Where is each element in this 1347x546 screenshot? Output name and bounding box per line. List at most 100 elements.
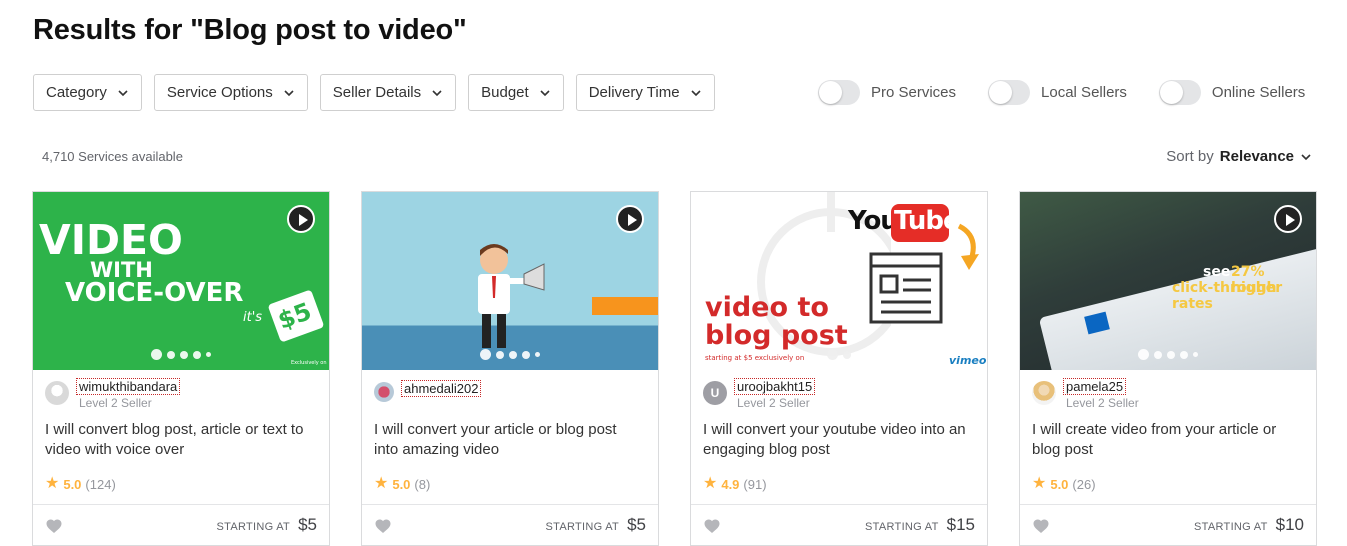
carousel-dot[interactable] [1154,350,1162,359]
play-icon[interactable] [616,205,644,233]
star-icon: ★ [45,475,60,492]
seller-name[interactable]: uroojbakht15 [734,378,816,395]
carousel-dots [1020,349,1316,360]
play-icon[interactable] [287,205,315,233]
thumb-text: it's [243,310,263,325]
carousel-dots [362,349,658,360]
carousel-dots [691,349,987,360]
thumb-text: see [1203,264,1231,280]
avatar[interactable] [374,382,394,402]
carousel-dot[interactable] [1180,350,1188,359]
gig-rating: ★ 5.0 (26) [1032,476,1096,492]
toggle-label: Local Sellers [1041,84,1127,101]
seller-info: ahmedali202 [374,378,482,402]
gig-card: You Tube video to blog post starting at … [690,191,988,546]
filter-budget[interactable]: Budget [468,74,564,111]
gig-grid: VIDEO WITH VOICE-OVER it's $5 Exclusivel… [32,191,1317,546]
gig-rating: ★ 5.0 (124) [45,476,116,492]
carousel-dot[interactable] [1138,349,1149,360]
avatar[interactable] [1032,381,1056,405]
heart-icon[interactable] [374,517,392,534]
toggle-label: Online Sellers [1211,84,1306,101]
seller-info: U uroojbakht15 Level 2 Seller [703,378,816,410]
gig-title[interactable]: I will convert blog post, article or tex… [45,420,315,460]
character-illustration [478,244,545,348]
rating-count: (124) [85,476,116,492]
carousel-dot[interactable] [843,350,851,359]
carousel-dots [33,349,329,360]
carousel-dot[interactable] [496,350,504,359]
filter-service-options[interactable]: Service Options [153,74,308,111]
carousel-dot[interactable] [193,350,201,359]
heart-icon[interactable] [45,517,63,534]
play-icon[interactable] [1274,205,1302,233]
gig-price[interactable]: STARTING AT $5 [216,515,317,535]
rating-count: (8) [414,476,431,492]
carousel-dot[interactable] [522,350,530,359]
gig-card: VIDEO WITH VOICE-OVER it's $5 Exclusivel… [32,191,330,546]
seller-level: Level 2 Seller [79,396,152,410]
carousel-dot[interactable] [827,349,838,360]
toggle-switch[interactable] [1158,80,1201,105]
star-icon: ★ [1032,475,1047,492]
carousel-dot[interactable] [1193,352,1198,357]
price-value: $5 [627,515,646,534]
price-label: STARTING AT [865,521,939,533]
chevron-down-icon [1301,153,1311,160]
sort-label: Sort by [1166,148,1214,165]
seller-name[interactable]: ahmedali202 [401,380,482,397]
results-count: 4,710 Services available [42,149,183,164]
toggle-online-sellers[interactable]: Online Sellers [1158,80,1306,105]
gig-price[interactable]: STARTING AT $15 [865,515,975,535]
gig-title[interactable]: I will convert your article or blog post… [374,420,644,460]
gig-thumbnail[interactable]: see 27% higher click-through rates [1020,192,1316,370]
seller-name[interactable]: pamela25 [1063,378,1127,395]
carousel-dot[interactable] [167,350,175,359]
seller-info: pamela25 Level 2 Seller [1032,378,1139,410]
thumb-text: Exclusively on [291,360,327,366]
seller-name[interactable]: wimukthibandara [76,378,181,395]
carousel-dot[interactable] [535,352,540,357]
thumb-caption: blog post [705,320,848,351]
filter-seller-details[interactable]: Seller Details [319,74,457,111]
carousel-dot[interactable] [206,352,211,357]
gig-price[interactable]: STARTING AT $10 [1194,515,1304,535]
gig-title[interactable]: I will convert your youtube video into a… [703,420,973,460]
gig-rating: ★ 4.9 (91) [703,476,767,492]
heart-icon[interactable] [1032,517,1050,534]
carousel-dot[interactable] [480,349,491,360]
price-label: STARTING AT [1194,521,1268,533]
carousel-dot[interactable] [1167,350,1175,359]
carousel-dot[interactable] [151,349,162,360]
carousel-dot[interactable] [509,350,517,359]
filter-category[interactable]: Category [33,74,142,111]
gig-thumbnail[interactable]: You Tube video to blog post starting at … [691,192,987,370]
gig-thumbnail[interactable]: VIDEO WITH VOICE-OVER it's $5 Exclusivel… [33,192,329,370]
thumb-caption: video to [705,292,829,323]
gig-title[interactable]: I will create video from your article or… [1032,420,1302,460]
gig-price[interactable]: STARTING AT $5 [545,515,646,535]
toggle-switch[interactable] [988,80,1031,105]
heart-icon[interactable] [703,517,721,534]
carousel-dot[interactable] [180,350,188,359]
rating-count: (91) [743,476,767,492]
filter-label: Delivery Time [588,84,680,101]
toggle-group: Pro Services Local Sellers Online Seller… [818,80,1305,105]
toggle-switch[interactable] [818,80,860,105]
avatar[interactable]: U [703,381,727,405]
chevron-down-icon [118,89,128,96]
rating-score: 4.9 [721,476,740,492]
toggle-pro-services[interactable]: Pro Services [818,80,956,105]
sort-dropdown[interactable]: Sort by Relevance [1166,148,1312,165]
filter-delivery-time[interactable]: Delivery Time [575,74,715,111]
gig-card: ahmedali202 I will convert your article … [361,191,659,546]
avatar[interactable] [45,381,69,405]
rating-count: (26) [1072,476,1096,492]
gig-thumbnail[interactable] [362,192,658,370]
price-value: $10 [1275,515,1304,534]
gig-footer: STARTING AT $5 [362,504,658,546]
star-icon: ★ [703,475,718,492]
gig-footer: STARTING AT $5 [33,504,329,546]
seller-level: Level 2 Seller [737,396,810,410]
toggle-local-sellers[interactable]: Local Sellers [988,80,1127,105]
